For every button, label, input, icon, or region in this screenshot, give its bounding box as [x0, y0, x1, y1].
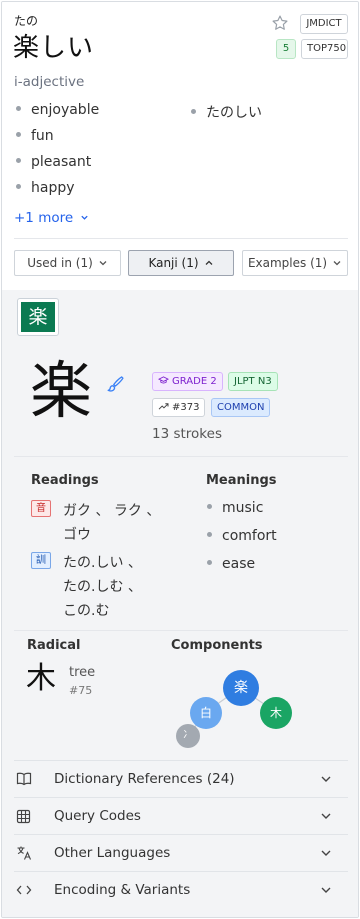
trending-up-icon — [158, 403, 169, 410]
code-icon — [16, 885, 32, 895]
radical-name: tree — [69, 665, 96, 680]
stroke-order-brush-icon[interactable] — [105, 374, 125, 394]
section-dictionary-references[interactable]: Dictionary References (24) — [14, 760, 348, 797]
frequency-badge: #373 — [152, 398, 206, 417]
component-node[interactable]: 白 — [190, 697, 222, 729]
onyomi-reading: ゴウ — [63, 527, 91, 543]
chevron-down-icon — [99, 261, 107, 266]
gloss-item: enjoyable — [16, 102, 99, 118]
source-tag: JMDICT — [300, 14, 348, 34]
stroke-count: 13 strokes — [152, 426, 222, 442]
meaning-item: comfort — [207, 528, 277, 544]
section-query-codes[interactable]: Query Codes — [14, 797, 348, 834]
meanings-title: Meanings — [206, 473, 277, 488]
book-icon — [16, 772, 32, 786]
kanji-panel: 楽 楽 GRADE 2 JLPT N3 #373 COMMON 13 strok… — [2, 290, 358, 917]
meaning-item: music — [207, 500, 263, 516]
star-icon[interactable] — [271, 14, 289, 32]
radical-title: Radical — [27, 638, 81, 653]
section-encoding-variants[interactable]: Encoding & Variants — [14, 871, 348, 908]
gloss-item: fun — [16, 128, 54, 144]
radical-number: #75 — [69, 684, 93, 697]
divider — [14, 630, 348, 631]
level-tag: 5 — [276, 39, 296, 59]
component-node-main[interactable]: 楽 — [223, 670, 259, 706]
kunyomi-reading: たの.しむ 、 — [63, 579, 142, 595]
tab-kanji[interactable]: Kanji (1) — [128, 250, 234, 276]
reading-item: たのしい — [191, 102, 262, 122]
chevron-down-icon — [321, 813, 331, 819]
kunyomi-reading: この.む — [63, 603, 110, 619]
tab-examples[interactable]: Examples (1) — [242, 250, 348, 276]
gloss-item: happy — [16, 180, 75, 196]
chevron-down-icon — [81, 215, 89, 220]
component-node[interactable]: 木 — [260, 697, 292, 729]
word-entry: たの 楽しい JMDICT 5 TOP750 i-adjective enjoy… — [2, 2, 358, 290]
kunyomi-reading: たの.しい 、 — [63, 555, 142, 571]
section-other-languages[interactable]: Other Languages — [14, 834, 348, 871]
component-node[interactable]: 冫 — [176, 724, 200, 748]
radical-character: 木 — [26, 661, 56, 696]
onyomi-reading: ガク 、 ラク 、 — [63, 503, 161, 519]
part-of-speech: i-adjective — [14, 74, 85, 90]
chevron-down-icon — [321, 776, 331, 782]
translate-icon — [17, 846, 32, 860]
meaning-item: ease — [207, 556, 255, 572]
headword: 楽しい — [13, 33, 95, 63]
gloss-item: pleasant — [16, 154, 91, 170]
kunyomi-badge: 訓 — [31, 552, 51, 569]
divider — [14, 456, 348, 457]
show-more-link[interactable]: +1 more — [14, 210, 89, 226]
chevron-down-icon — [321, 850, 331, 856]
common-badge: COMMON — [211, 398, 271, 417]
grade-badge: GRADE 2 — [152, 372, 223, 391]
dictionary-entry-card: たの 楽しい JMDICT 5 TOP750 i-adjective enjoy… — [1, 1, 359, 918]
kanji-chip[interactable]: 楽 — [17, 298, 59, 336]
readings-title: Readings — [31, 473, 99, 488]
rank-tag: TOP750 — [301, 39, 348, 59]
tab-used-in[interactable]: Used in (1) — [14, 250, 121, 276]
divider — [14, 238, 348, 239]
jlpt-badge: JLPT N3 — [228, 372, 278, 391]
chevron-down-icon — [321, 887, 331, 893]
kanji-character: 楽 — [30, 354, 93, 427]
chevron-down-icon — [333, 261, 341, 266]
grid-icon — [16, 809, 31, 823]
graduation-cap-icon — [157, 376, 170, 384]
chevron-up-icon — [205, 260, 213, 265]
onyomi-badge: 音 — [31, 500, 51, 517]
components-title: Components — [171, 638, 263, 653]
